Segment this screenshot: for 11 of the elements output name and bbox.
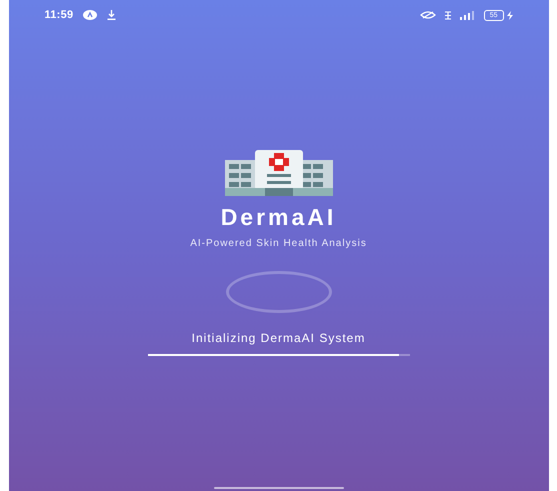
signal-icon	[460, 10, 476, 20]
clock-time: 11:59	[44, 8, 74, 23]
app-notification-icon	[83, 10, 98, 20]
app-tagline: AI-Powered Skin Health Analysis	[190, 237, 367, 251]
hospital-building-icon	[224, 150, 332, 196]
loading-message: Initializing DermaAI System	[192, 330, 366, 347]
charging-icon	[506, 10, 512, 20]
app-title: DermaAI	[220, 206, 336, 229]
network-icon	[444, 10, 452, 20]
download-icon	[107, 10, 116, 20]
eye-off-icon	[420, 11, 436, 19]
